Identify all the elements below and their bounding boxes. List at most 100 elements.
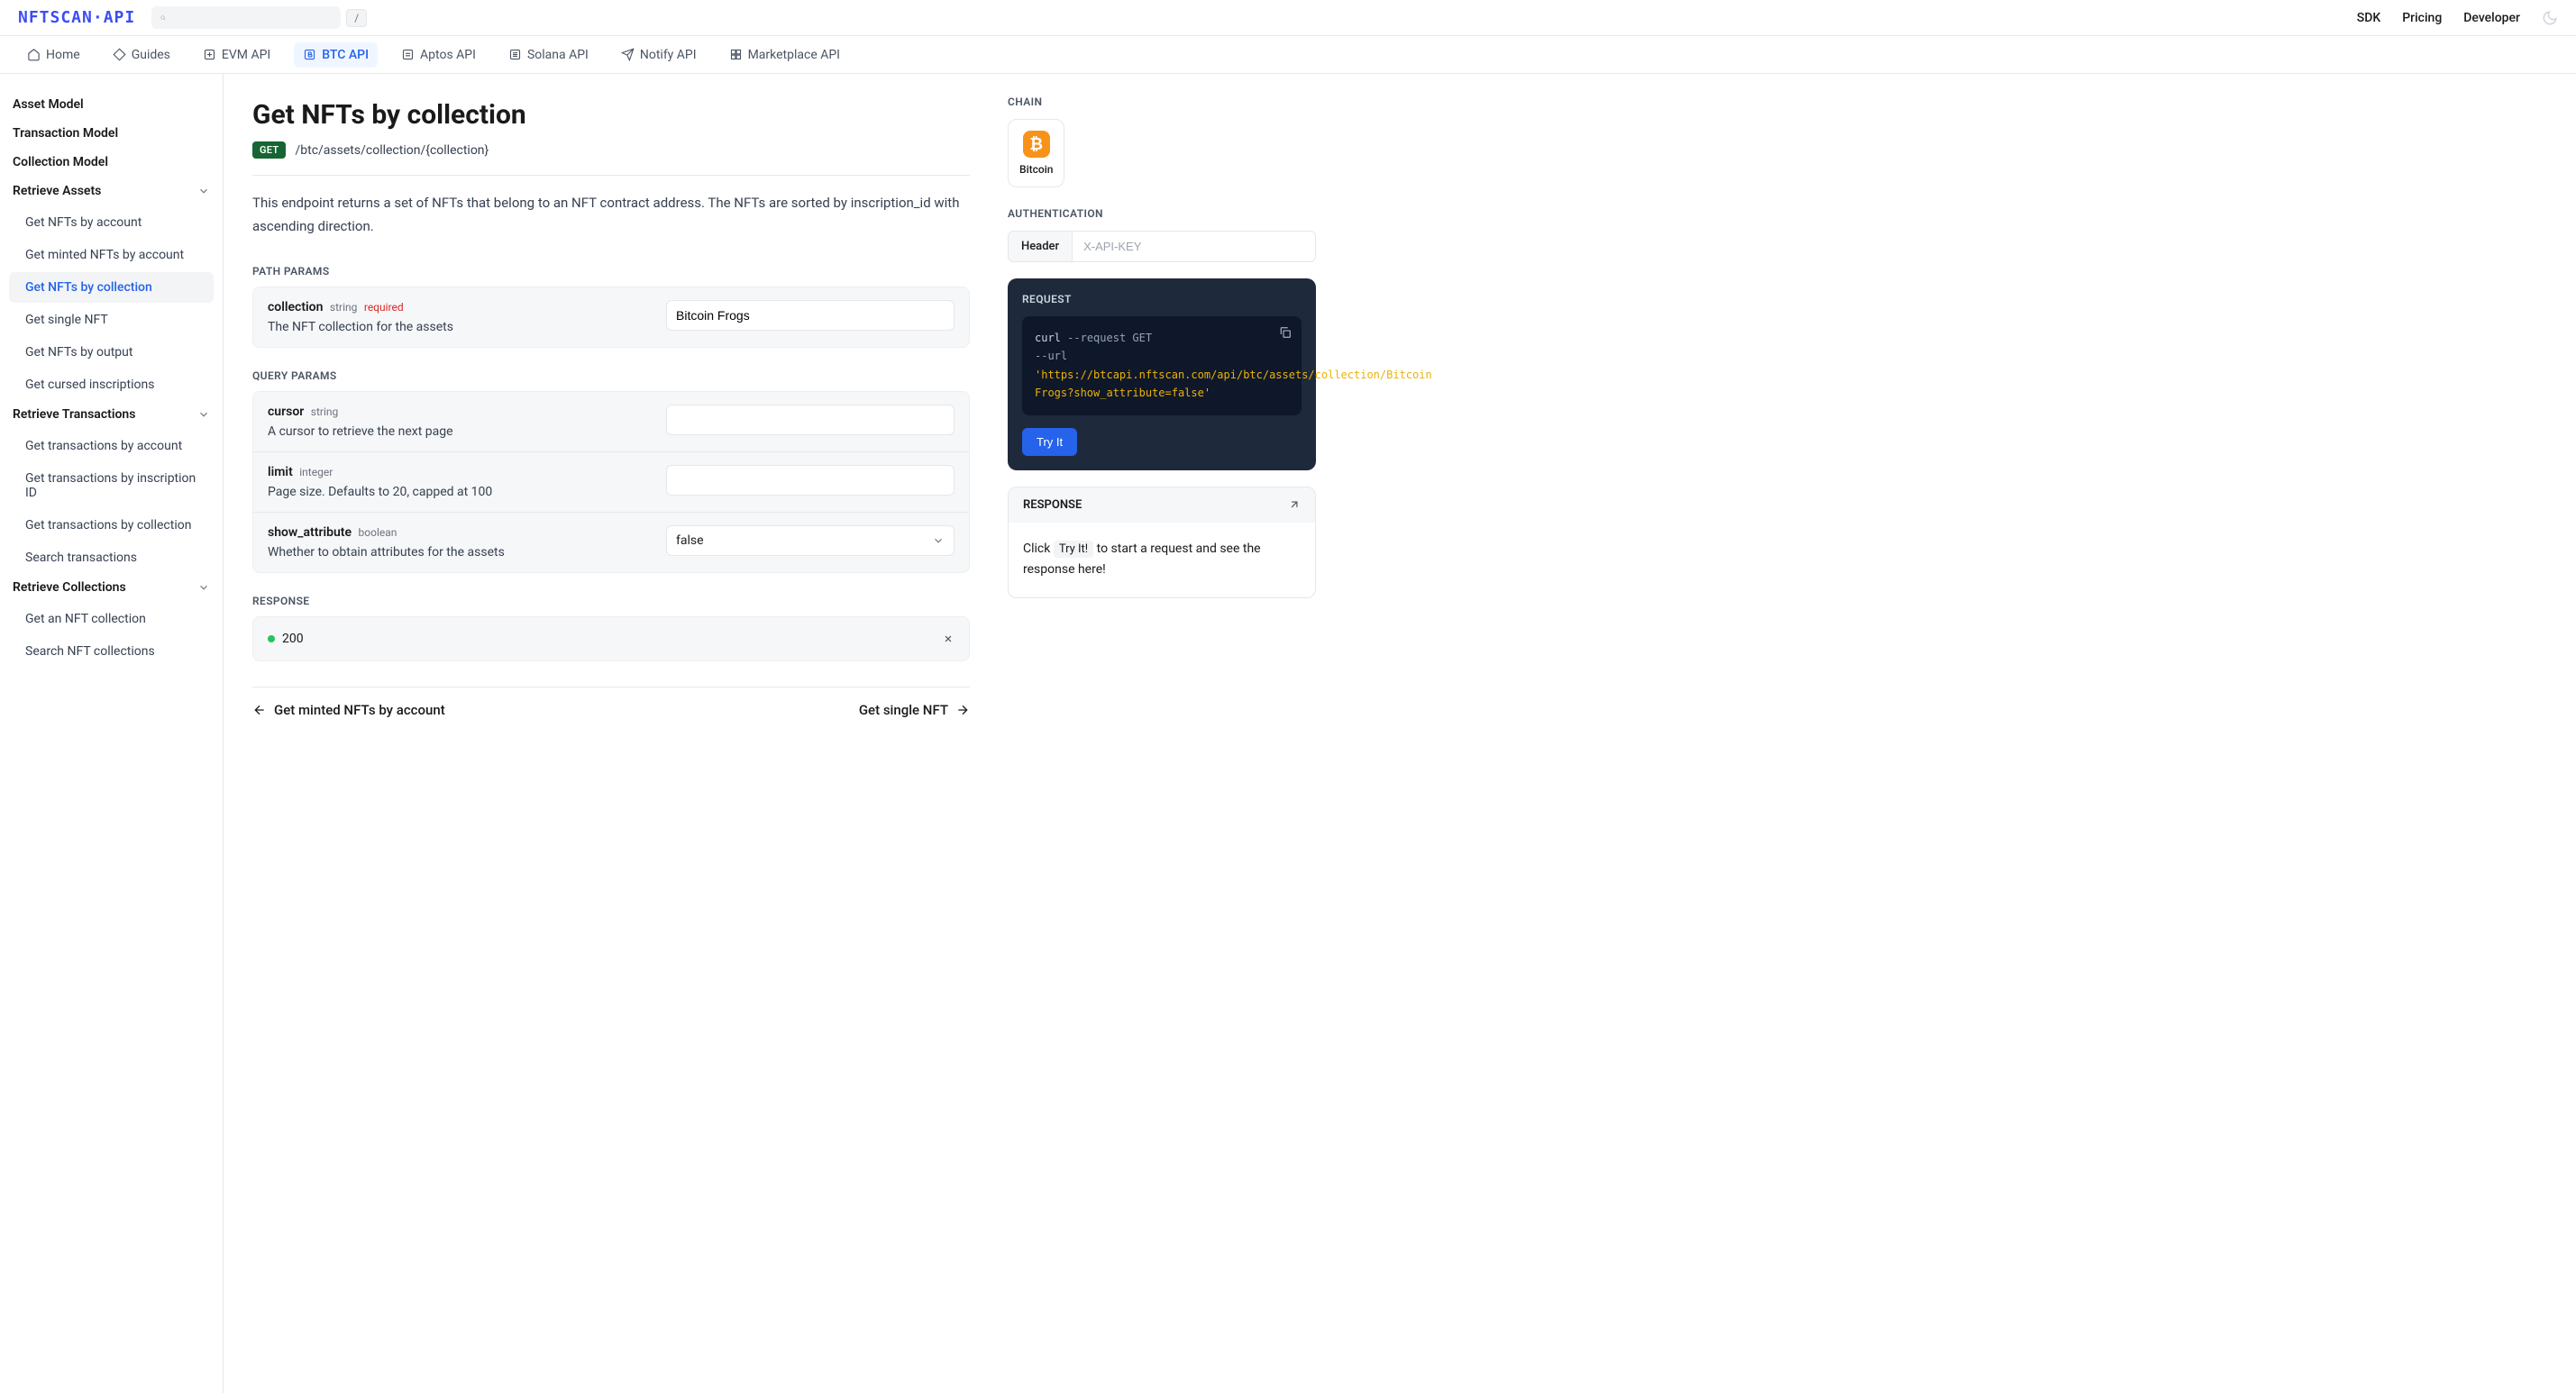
page-title: Get NFTs by collection — [252, 99, 970, 131]
nav-developer[interactable]: Developer — [2463, 11, 2520, 25]
next-page-link[interactable]: Get single NFT — [859, 702, 970, 718]
sidebar-item-nfts-by-collection[interactable]: Get NFTs by collection — [9, 272, 214, 303]
response-hint-btn: Try It! — [1054, 541, 1093, 558]
try-it-button[interactable]: Try It — [1022, 428, 1077, 456]
sidebar-item-minted-by-account[interactable]: Get minted NFTs by account — [9, 240, 214, 270]
response-hint: Click Try It! to start a request and see… — [1009, 523, 1315, 598]
tab-evm-label: EVM API — [222, 48, 270, 62]
expand-icon[interactable] — [942, 633, 955, 645]
sidebar-collection-model[interactable]: Collection Model — [9, 148, 214, 177]
tab-solana-label: Solana API — [527, 48, 589, 62]
path-params-label: PATH PARAMS — [252, 265, 970, 278]
sidebar-item-search-collections[interactable]: Search NFT collections — [9, 636, 214, 667]
code-block: curl --request GET --url 'https://btcapi… — [1022, 316, 1302, 415]
search-box[interactable] — [151, 6, 341, 29]
chain-label: CHAIN — [1008, 96, 1316, 108]
chevron-down-icon — [197, 581, 210, 594]
tab-guides-label: Guides — [132, 48, 170, 62]
tab-guides[interactable]: Guides — [104, 42, 179, 68]
expand-icon[interactable] — [1288, 498, 1301, 511]
sidebar-item-tx-by-inscription[interactable]: Get transactions by inscription ID — [9, 463, 214, 508]
sidebar-retrieve-assets[interactable]: Retrieve Assets — [9, 177, 214, 205]
square-icon — [508, 48, 522, 61]
response-status-card[interactable]: 200 — [252, 616, 970, 661]
endpoint-path: /btc/assets/collection/{collection} — [295, 143, 489, 158]
sidebar-item-nfts-by-output[interactable]: Get NFTs by output — [9, 337, 214, 368]
sidebar-item-search-tx[interactable]: Search transactions — [9, 542, 214, 573]
sidebar-transaction-model[interactable]: Transaction Model — [9, 119, 214, 148]
sidebar-retrieve-transactions[interactable]: Retrieve Transactions — [9, 400, 214, 429]
tab-aptos-label: Aptos API — [420, 48, 476, 62]
nav-sdk[interactable]: SDK — [2357, 11, 2380, 25]
param-desc: A cursor to retrieve the next page — [268, 424, 648, 439]
select-value: false — [676, 533, 704, 548]
tab-btc-api[interactable]: BTC API — [294, 42, 378, 68]
tab-marketplace-api[interactable]: Marketplace API — [720, 42, 849, 68]
tab-solana-api[interactable]: Solana API — [499, 42, 598, 68]
code-url-flag: --url — [1035, 350, 1067, 362]
sidebar-retrieve-assets-label: Retrieve Assets — [13, 184, 101, 198]
sidebar-retrieve-tx-label: Retrieve Transactions — [13, 407, 135, 422]
arrow-right-icon — [955, 703, 970, 717]
tab-btc-label: BTC API — [322, 48, 369, 62]
sidebar-item-nfts-by-account[interactable]: Get NFTs by account — [9, 207, 214, 238]
square-icon — [203, 48, 216, 61]
copy-icon[interactable] — [1278, 325, 1293, 340]
send-icon — [621, 48, 635, 61]
chevron-down-icon — [197, 185, 210, 197]
status-dot-icon — [268, 635, 275, 642]
tab-home[interactable]: Home — [18, 42, 89, 68]
param-required: required — [364, 301, 404, 314]
param-desc: Page size. Defaults to 20, capped at 100 — [268, 485, 648, 499]
input-collection[interactable] — [666, 300, 955, 331]
code-request-flag: --request GET — [1067, 332, 1152, 344]
query-params-label: QUERY PARAMS — [252, 369, 970, 382]
search-icon — [160, 12, 166, 24]
nav-pricing[interactable]: Pricing — [2402, 11, 2442, 25]
square-icon — [401, 48, 415, 61]
bitcoin-icon: ₿ — [1023, 131, 1050, 158]
tab-evm-api[interactable]: EVM API — [194, 42, 279, 68]
chevron-down-icon — [932, 534, 945, 547]
sidebar-asset-model[interactable]: Asset Model — [9, 90, 214, 119]
chain-card[interactable]: ₿ Bitcoin — [1008, 119, 1064, 187]
tab-home-label: Home — [46, 48, 80, 62]
sidebar-item-cursed[interactable]: Get cursed inscriptions — [9, 369, 214, 400]
prev-page-label: Get minted NFTs by account — [274, 702, 445, 718]
arrow-left-icon — [252, 703, 267, 717]
theme-toggle-icon[interactable] — [2542, 10, 2558, 26]
param-name-show-attribute: show_attribute — [268, 525, 352, 540]
btc-icon — [303, 48, 316, 61]
endpoint-description: This endpoint returns a set of NFTs that… — [252, 192, 970, 238]
sidebar-item-tx-by-account[interactable]: Get transactions by account — [9, 431, 214, 461]
param-name-limit: limit — [268, 465, 293, 479]
sidebar-item-single-nft[interactable]: Get single NFT — [9, 305, 214, 335]
param-type: string — [311, 405, 338, 418]
param-type: string — [330, 301, 357, 314]
tab-aptos-api[interactable]: Aptos API — [392, 42, 485, 68]
logo[interactable]: NFTSCAN·API — [18, 8, 135, 27]
prev-page-link[interactable]: Get minted NFTs by account — [252, 702, 445, 718]
response-hint-pre: Click — [1023, 542, 1050, 556]
chevron-down-icon — [197, 408, 210, 421]
param-type: boolean — [359, 526, 397, 539]
response-section-label: RESPONSE — [252, 595, 970, 607]
chain-name: Bitcoin — [1019, 163, 1053, 176]
home-icon — [27, 48, 41, 61]
sidebar-retrieve-collections[interactable]: Retrieve Collections — [9, 573, 214, 602]
input-cursor[interactable] — [666, 405, 955, 435]
sidebar-item-get-collection[interactable]: Get an NFT collection — [9, 604, 214, 634]
tab-marketplace-label: Marketplace API — [748, 48, 840, 62]
auth-input[interactable] — [1073, 231, 1316, 262]
param-name-cursor: cursor — [268, 405, 304, 419]
sidebar-retrieve-coll-label: Retrieve Collections — [13, 580, 126, 595]
input-limit[interactable] — [666, 465, 955, 496]
code-url: 'https://btcapi.nftscan.com/api/btc/asse… — [1035, 369, 1432, 399]
select-show-attribute[interactable]: false — [666, 525, 955, 556]
tab-notify-api[interactable]: Notify API — [612, 42, 706, 68]
sidebar-item-tx-by-collection[interactable]: Get transactions by collection — [9, 510, 214, 541]
param-name-collection: collection — [268, 300, 323, 314]
param-type: integer — [299, 466, 333, 478]
search-input[interactable] — [173, 11, 332, 24]
response-panel-label: RESPONSE — [1023, 498, 1082, 512]
